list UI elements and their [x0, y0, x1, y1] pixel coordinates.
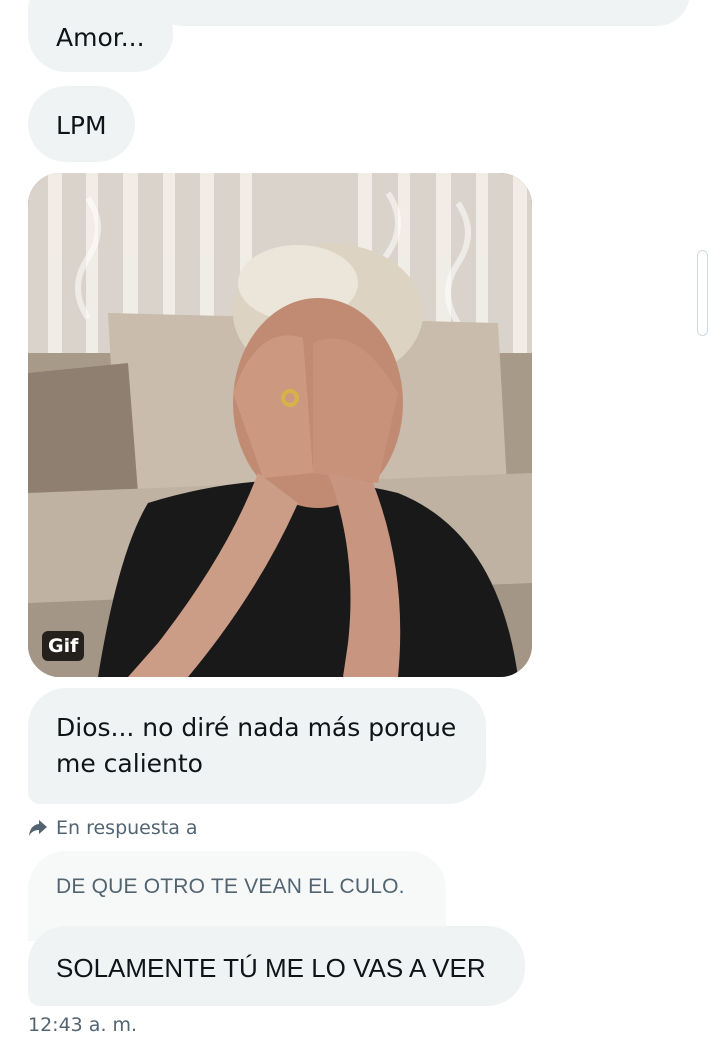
message-text: SOLAMENTE TÚ ME LO VAS A VER: [56, 953, 486, 983]
message-text: Dios... no diré nada más porque me calie…: [56, 713, 457, 778]
gif-message[interactable]: Gif: [28, 173, 532, 677]
reply-label: En respuesta a: [56, 817, 198, 839]
message-text: Amor...: [56, 23, 145, 52]
previous-message-bubble[interactable]: [150, 0, 690, 26]
message-bubble[interactable]: Amor...: [28, 0, 173, 72]
gif-image: [28, 173, 532, 677]
message-bubble[interactable]: SOLAMENTE TÚ ME LO VAS A VER: [28, 926, 525, 1006]
message-text: LPM: [56, 111, 107, 140]
quoted-text: DE QUE OTRO TE VEAN EL CULO.: [56, 875, 405, 898]
reply-context: En respuesta a: [28, 814, 198, 842]
message-bubble[interactable]: Dios... no diré nada más porque me calie…: [28, 688, 486, 804]
message-timestamp: 12:43 a. m.: [28, 1014, 138, 1036]
scrollbar-thumb[interactable]: [697, 250, 708, 336]
gif-badge: Gif: [42, 631, 85, 661]
message-bubble[interactable]: LPM: [28, 86, 135, 162]
reply-arrow-icon: [29, 820, 47, 836]
